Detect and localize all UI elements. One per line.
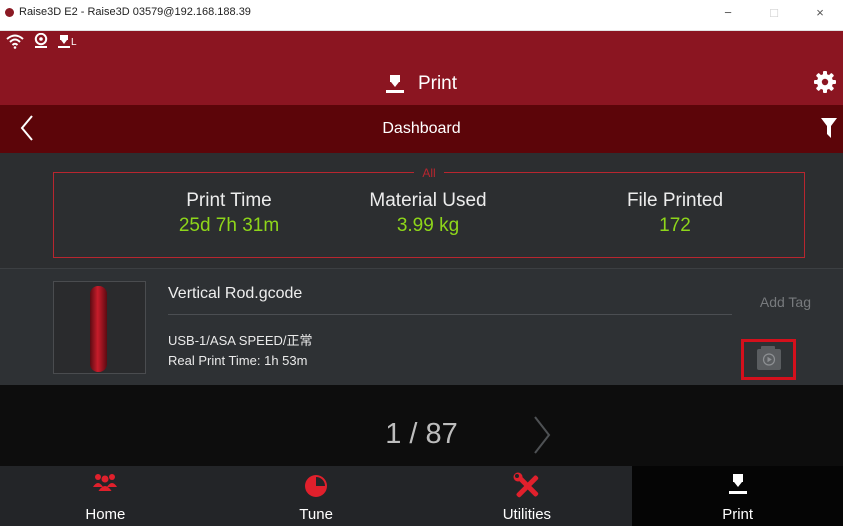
timelapse-video-button[interactable] xyxy=(741,339,796,380)
job-details: USB-1/ASA SPEED/正常 Real Print Time: 1h 5… xyxy=(168,331,313,371)
dashboard-bar: Dashboard xyxy=(0,105,843,153)
chevron-right-icon[interactable] xyxy=(533,415,551,460)
users-icon xyxy=(0,472,211,492)
minimize-button[interactable]: − xyxy=(705,0,751,27)
nav-home[interactable]: Home xyxy=(0,466,211,526)
nav-tune[interactable]: Tune xyxy=(211,466,422,526)
stat-value: 3.99 kg xyxy=(396,215,460,236)
printer-icon xyxy=(632,472,843,496)
statistics-panel: All Print Time 25d 7h 31m Material Used … xyxy=(53,166,805,258)
page-header: Print xyxy=(0,73,843,95)
job-real-print-time: Real Print Time: 1h 53m xyxy=(168,353,308,368)
gear-icon[interactable] xyxy=(813,70,837,99)
page-title: Print xyxy=(417,73,458,94)
stat-label: Print Time xyxy=(186,190,272,211)
printer-icon xyxy=(385,75,404,93)
bottom-navigation: Home Tune Utilities Print xyxy=(0,466,843,526)
window-title: Raise3D E2 - Raise3D 03579@192.168.188.3… xyxy=(19,6,251,18)
model-thumbnail[interactable] xyxy=(53,281,146,374)
stat-label: File Printed xyxy=(626,190,724,211)
filter-icon[interactable] xyxy=(821,117,837,144)
stat-files-printed: File Printed 172 xyxy=(565,190,785,237)
video-play-icon xyxy=(756,346,781,370)
tools-icon xyxy=(422,472,633,500)
add-tag-button[interactable]: Add Tag xyxy=(760,294,811,310)
pagination: 1 / 87 xyxy=(0,385,843,466)
app-header: L Print xyxy=(0,31,843,105)
maximize-button[interactable]: □ xyxy=(751,0,797,27)
stat-material-used: Material Used 3.99 kg xyxy=(318,190,538,237)
page-indicator: 1 / 87 xyxy=(385,418,458,450)
webcam-icon xyxy=(34,33,48,49)
extruder-icon xyxy=(58,35,70,48)
nav-label: Print xyxy=(722,506,754,523)
job-source: USB-1/ASA SPEED/正常 xyxy=(168,333,313,348)
print-job-card[interactable]: Vertical Rod.gcode USB-1/ASA SPEED/正常 Re… xyxy=(0,269,843,385)
status-bar: L xyxy=(6,33,77,49)
window-titlebar: Raise3D E2 - Raise3D 03579@192.168.188.3… xyxy=(0,0,843,31)
extruder-label: L xyxy=(71,37,77,48)
window-controls: − □ × xyxy=(705,0,843,30)
rod-model-preview xyxy=(90,286,107,372)
stat-value: 172 xyxy=(659,215,691,236)
stat-print-time: Print Time 25d 7h 31m xyxy=(119,190,339,237)
dashboard-title: Dashboard xyxy=(382,120,461,137)
pie-chart-icon xyxy=(211,472,422,498)
stats-filter-legend: All xyxy=(54,164,804,182)
file-name: Vertical Rod.gcode xyxy=(168,285,303,302)
nav-label: Home xyxy=(85,506,126,523)
wifi-icon xyxy=(6,33,24,49)
app-logo-icon xyxy=(5,7,14,17)
nav-print[interactable]: Print xyxy=(632,466,843,526)
nav-utilities[interactable]: Utilities xyxy=(422,466,633,526)
stats-filter-label: All xyxy=(414,166,444,180)
nav-label: Utilities xyxy=(502,506,552,523)
extruder-status: L xyxy=(58,33,77,49)
close-button[interactable]: × xyxy=(797,0,843,27)
divider xyxy=(168,314,732,315)
nav-label: Tune xyxy=(299,506,333,523)
stat-value: 25d 7h 31m xyxy=(178,215,280,236)
stat-label: Material Used xyxy=(369,190,487,211)
